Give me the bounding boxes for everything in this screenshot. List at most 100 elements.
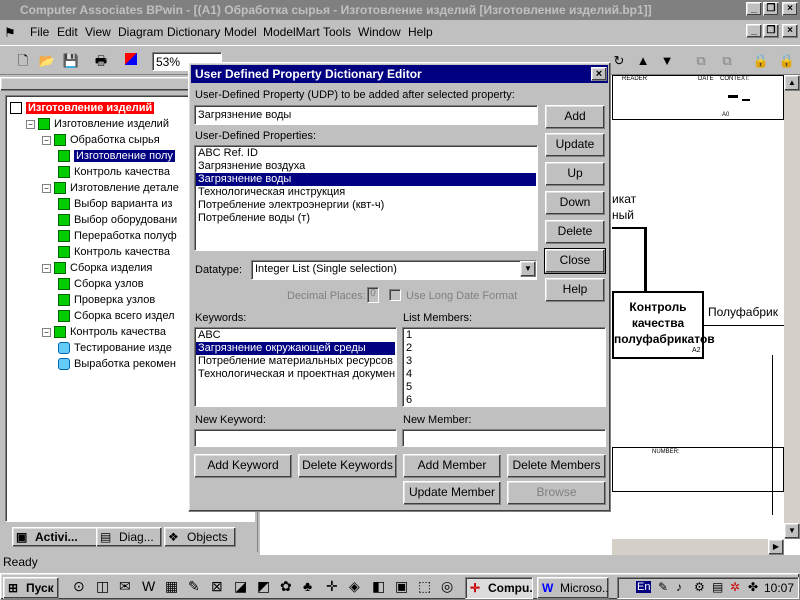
collapse-icon[interactable]: − <box>42 183 51 193</box>
tree-item[interactable]: Сборка узлов <box>58 276 144 292</box>
browse-button[interactable]: Browse <box>507 481 606 505</box>
update-member-button[interactable]: Update Member <box>403 481 501 505</box>
collapse-icon[interactable]: − <box>42 263 51 273</box>
tray-icon[interactable]: ▤ <box>712 580 723 594</box>
child-close-icon[interactable]: × <box>782 24 798 38</box>
tree-item[interactable]: Выбор варианта из <box>58 196 172 212</box>
menu-tools[interactable]: Tools <box>323 25 351 39</box>
tray-icon[interactable]: ✎ <box>658 580 668 594</box>
long-date-checkbox[interactable] <box>389 289 401 301</box>
activity-box[interactable]: Контроль качества полуфабрикатов <box>612 291 715 359</box>
child-minimize-icon[interactable]: _ <box>746 24 762 38</box>
tree-item[interactable]: − Контроль качества <box>42 324 166 340</box>
down-arrow-icon[interactable]: ▼ <box>656 51 678 71</box>
tray-icon[interactable]: ✲ <box>730 580 740 594</box>
keyword-list-item[interactable]: Технологическая и проектная докумен <box>196 368 395 381</box>
udp-list-item[interactable]: ABC Ref. ID <box>196 147 536 160</box>
diagram-view[interactable]: READER DATE CONTEXT: A0 икат ный Контрол… <box>612 75 800 555</box>
close-button[interactable]: Close <box>544 248 606 274</box>
new-keyword-input[interactable] <box>194 429 397 447</box>
scroll-right-icon[interactable]: ▶ <box>768 539 784 555</box>
tree-item[interactable]: − Изготовление изделий <box>26 116 169 132</box>
tree-item[interactable]: Тестирование изде <box>58 340 172 356</box>
udp-list-item[interactable]: Загрязнение воды <box>196 173 536 186</box>
maximize-icon[interactable]: ❐ <box>763 2 779 16</box>
keyword-list-item[interactable]: Загрязнение окружающей среды <box>196 342 395 355</box>
menu-file[interactable]: File <box>30 25 49 39</box>
tree-item[interactable]: Контроль качества <box>58 164 170 180</box>
menu-modelmart[interactable]: ModelMart <box>263 25 320 39</box>
quicklaunch-icon[interactable]: ◧ <box>372 578 385 595</box>
quicklaunch-icon[interactable]: ✉ <box>119 578 131 595</box>
tree-item[interactable]: − Изготовление детале <box>42 180 179 196</box>
new-file-icon[interactable]: 🗋 <box>12 51 34 71</box>
save-icon[interactable]: 💾 <box>60 51 82 71</box>
member-list-item[interactable]: 1 <box>404 329 604 342</box>
dialog-close-icon[interactable]: × <box>591 67 607 81</box>
update-button[interactable]: Update <box>545 133 605 157</box>
redo-icon[interactable]: ↻ <box>608 51 630 71</box>
tree-item[interactable]: Переработка полуф <box>58 228 177 244</box>
scroll-down-icon[interactable]: ▼ <box>784 523 800 539</box>
up-button[interactable]: Up <box>545 162 605 186</box>
member-list-item[interactable]: 5 <box>404 381 604 394</box>
tree-item[interactable]: Выработка рекомен <box>58 356 176 372</box>
udp-input[interactable]: Загрязнение воды <box>194 105 538 125</box>
quicklaunch-icon[interactable]: ⊠ <box>211 578 223 595</box>
quicklaunch-icon[interactable]: ◈ <box>349 578 360 595</box>
print-icon[interactable]: 🖶 <box>90 51 112 71</box>
tree-item[interactable]: Сборка всего издел <box>58 308 175 324</box>
up-arrow-icon[interactable]: ▲ <box>632 51 654 71</box>
quicklaunch-icon[interactable]: ✿ <box>280 578 292 595</box>
tab-activities[interactable]: ▣ Activi... <box>12 527 98 547</box>
quicklaunch-icon[interactable]: ⬚ <box>418 578 431 595</box>
lock-icon[interactable]: 🔒 <box>750 51 772 71</box>
window-title-bar[interactable]: Computer Associates BPwin - [(A1) Обрабо… <box>0 0 800 20</box>
member-list-item[interactable]: 4 <box>404 368 604 381</box>
udp-list-item[interactable]: Загрязнение воздуха <box>196 160 536 173</box>
tree-item[interactable]: Проверка узлов <box>58 292 155 308</box>
tray-icon[interactable]: ✤ <box>748 580 758 594</box>
keywords-listbox[interactable]: ABC Загрязнение окружающей среды Потреблен… <box>194 327 397 407</box>
menu-window[interactable]: Window <box>358 25 401 39</box>
menu-diagram[interactable]: Diagram <box>118 25 163 39</box>
collapse-icon[interactable]: − <box>42 135 51 145</box>
horizontal-scrollbar[interactable]: ▶ <box>612 539 784 555</box>
quicklaunch-icon[interactable]: ♣ <box>303 578 312 594</box>
menu-help[interactable]: Help <box>408 25 433 39</box>
udp-list-item[interactable]: Потребление электроэнергии (квт-ч) <box>196 199 536 212</box>
delete-members-button[interactable]: Delete Members <box>507 454 606 478</box>
quicklaunch-icon[interactable]: ⊙ <box>73 578 85 595</box>
tree-item[interactable]: Изготовление полу <box>58 148 175 164</box>
tree-item[interactable]: Выбор оборудовани <box>58 212 177 228</box>
tab-diagrams[interactable]: ▤ Diag... <box>96 527 162 547</box>
member-list-item[interactable]: 6 <box>404 394 604 406</box>
tree-item[interactable]: − Обработка сырья <box>42 132 160 148</box>
task-bpwin[interactable]: ✛ Compu... <box>465 577 533 599</box>
tree-item[interactable]: Контроль качества <box>58 244 170 260</box>
close-icon[interactable]: × <box>782 2 798 16</box>
tab-objects[interactable]: ❖ Objects <box>164 527 236 547</box>
unlock-icon[interactable]: 🔒 <box>776 51 798 71</box>
member-list-item[interactable]: 2 <box>404 342 604 355</box>
delete-keywords-button[interactable]: Delete Keywords <box>298 454 397 478</box>
help-button[interactable]: Help <box>545 278 605 302</box>
paste-icon[interactable]: ⧉ <box>716 51 738 71</box>
quicklaunch-icon[interactable]: ▣ <box>395 578 408 595</box>
quicklaunch-icon[interactable]: ✛ <box>326 578 338 595</box>
udp-list-item[interactable]: Технологическая инструкция <box>196 186 536 199</box>
menu-edit[interactable]: Edit <box>57 25 78 39</box>
minimize-icon[interactable]: _ <box>746 2 762 16</box>
scroll-up-icon[interactable]: ▲ <box>784 75 800 91</box>
keyword-list-item[interactable]: ABC <box>196 329 395 342</box>
collapse-icon[interactable]: − <box>42 327 51 337</box>
quicklaunch-icon[interactable]: ✎ <box>188 578 200 595</box>
quicklaunch-icon[interactable]: ▦ <box>165 578 178 595</box>
tree-item[interactable]: − Сборка изделия <box>42 260 152 276</box>
open-folder-icon[interactable]: 📂 <box>36 51 58 71</box>
vertical-scrollbar[interactable]: ▲ ▼ <box>784 75 800 539</box>
udp-dictionary-dialog[interactable]: User Defined Property Dictionary Editor … <box>188 62 611 512</box>
tree-item[interactable]: Изготовление изделий <box>10 100 155 116</box>
child-restore-icon[interactable]: ❐ <box>763 24 779 38</box>
menu-view[interactable]: View <box>85 25 111 39</box>
